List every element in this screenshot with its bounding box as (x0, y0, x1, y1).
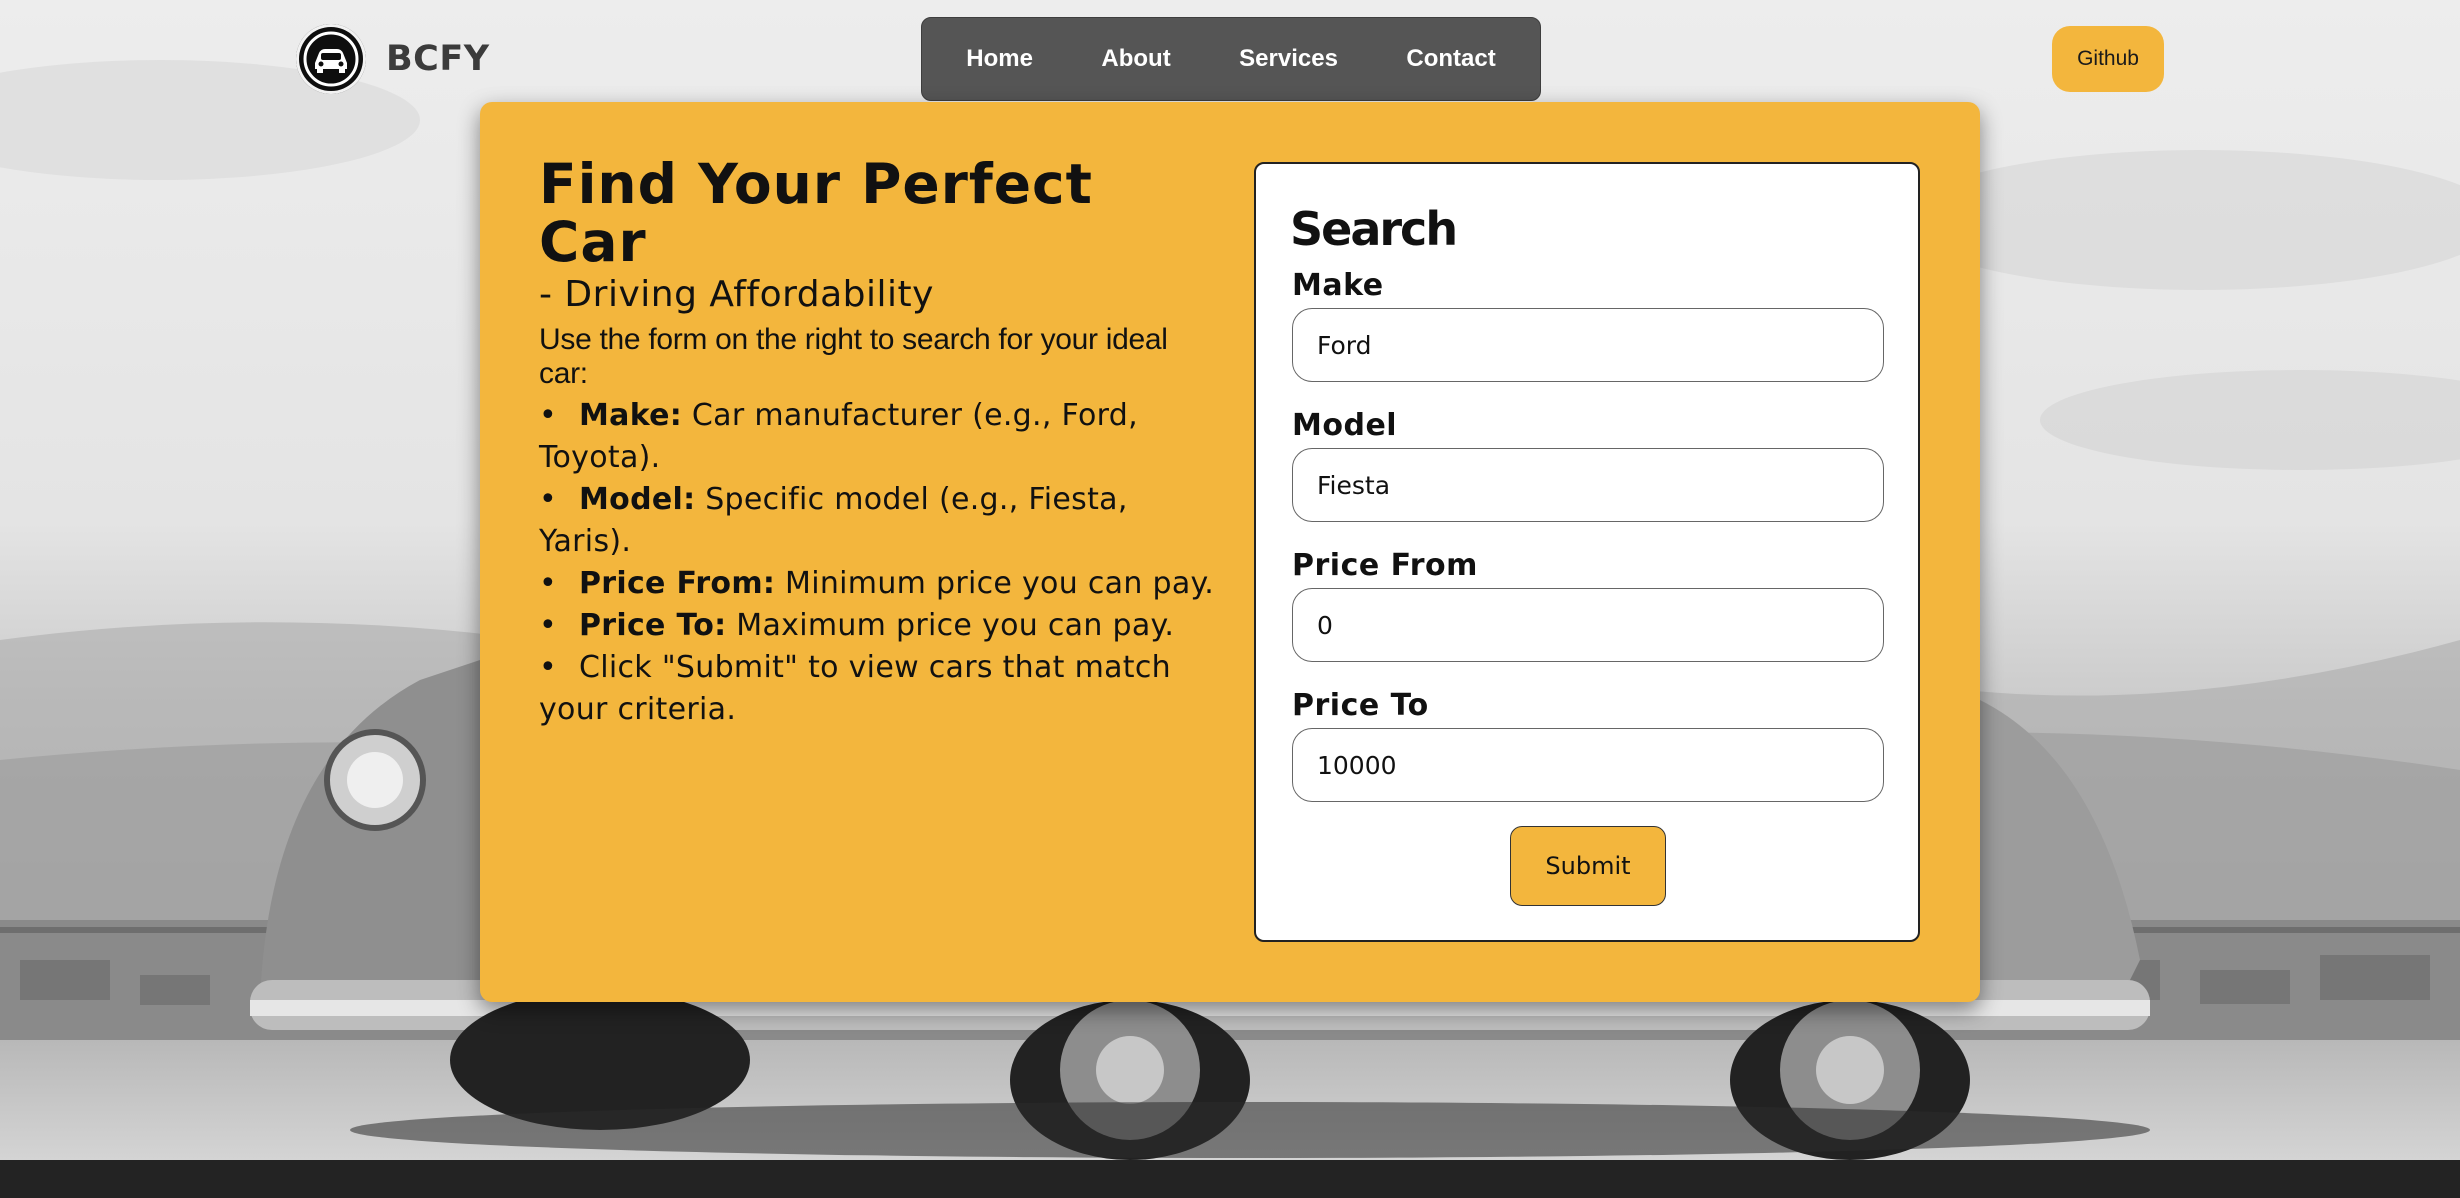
nav-about-link[interactable]: About (1083, 35, 1188, 83)
nav-services-link[interactable]: Services (1221, 35, 1356, 83)
footer-strip (0, 1160, 2460, 1198)
intro-section: Find Your Perfect Car - Driving Affordab… (539, 152, 1219, 731)
car-logo-icon (296, 24, 366, 94)
main-nav: Home About Services Contact (921, 17, 1541, 101)
list-item: • Price To: Maximum price you can pay. (539, 607, 1175, 643)
model-label: Model (1292, 408, 1398, 443)
instructions-list: • Make: Car manufacturer (e.g., Ford, Toy… (539, 395, 1219, 731)
model-field-group: Model (1292, 408, 1884, 522)
price-from-input[interactable] (1292, 588, 1884, 662)
search-card: Find Your Perfect Car - Driving Affordab… (480, 102, 1980, 1002)
search-title: Search (1290, 202, 1458, 256)
page-title: Find Your Perfect Car (539, 152, 1093, 274)
search-form: Search Make Model Price From Price To Su… (1254, 162, 1920, 942)
list-item: • Make: Car manufacturer (e.g., Ford, Toy… (539, 397, 1138, 475)
price-from-field-group: Price From (1292, 548, 1884, 662)
nav-home-link[interactable]: Home (948, 35, 1051, 83)
list-item: • Model: Specific model (e.g., Fiesta, Ya… (539, 481, 1128, 559)
price-to-field-group: Price To (1292, 688, 1884, 802)
make-input[interactable] (1292, 308, 1884, 382)
price-to-input[interactable] (1292, 728, 1884, 802)
list-item: • Price From: Minimum price you can pay. (539, 565, 1215, 601)
brand-name: BCFY (386, 39, 490, 79)
github-button[interactable]: Github (2052, 26, 2164, 92)
brand-logo[interactable]: BCFY (296, 24, 490, 94)
model-input[interactable] (1292, 448, 1884, 522)
price-to-label: Price To (1292, 688, 1429, 723)
price-from-label: Price From (1292, 548, 1478, 583)
make-label: Make (1292, 268, 1384, 303)
make-field-group: Make (1292, 268, 1884, 382)
submit-button[interactable]: Submit (1510, 826, 1666, 906)
intro-lead: Use the form on the right to search for … (539, 322, 1168, 390)
list-item: • Click "Submit" to view cars that match … (539, 649, 1171, 727)
nav-contact-link[interactable]: Contact (1388, 35, 1513, 83)
page-subtitle: - Driving Affordability (539, 273, 934, 315)
